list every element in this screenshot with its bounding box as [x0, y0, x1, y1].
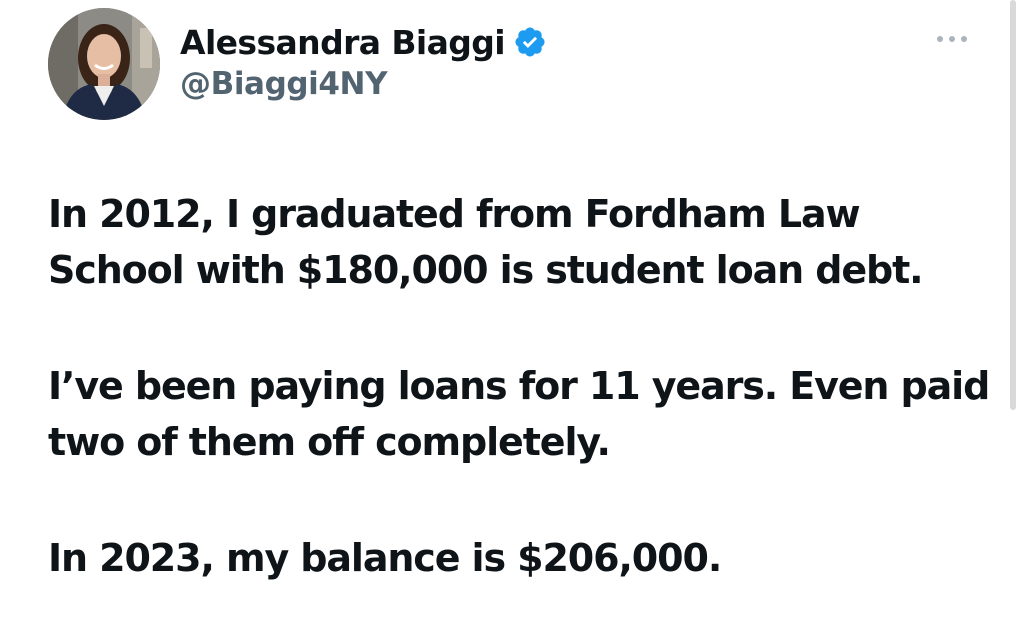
author-handle[interactable]: @Biaggi4NY [180, 66, 388, 102]
avatar[interactable] [48, 8, 160, 120]
tweet-paragraph: In 2012, I graduated from Fordham Law Sc… [48, 186, 998, 298]
scrollbar[interactable] [1010, 0, 1016, 410]
avatar-photo [48, 8, 160, 120]
verified-badge-icon [513, 25, 547, 59]
tweet-line: In 2023, my balance is $206,000. [48, 536, 722, 580]
author-name-row: Alessandra Biaggi [180, 18, 547, 66]
tweet-line: two of them off completely. [48, 420, 611, 464]
more-dot [961, 36, 967, 42]
tweet-line: School with $180,000 is student loan deb… [48, 248, 924, 292]
tweet-paragraph: I’ve been paying loans for 11 years. Eve… [48, 358, 998, 470]
more-options-icon[interactable] [930, 28, 974, 50]
tweet-line: I’ve been paying loans for 11 years. Eve… [48, 364, 990, 408]
more-dot [937, 36, 943, 42]
author-display-name[interactable]: Alessandra Biaggi [180, 23, 506, 62]
tweet: Alessandra Biaggi @Biaggi4NY In 2012, I … [0, 0, 1024, 626]
tweet-text: In 2012, I graduated from Fordham Law Sc… [48, 186, 998, 586]
more-dot [949, 36, 955, 42]
tweet-paragraph: In 2023, my balance is $206,000. [48, 530, 998, 586]
tweet-line: In 2012, I graduated from Fordham Law [48, 192, 861, 236]
